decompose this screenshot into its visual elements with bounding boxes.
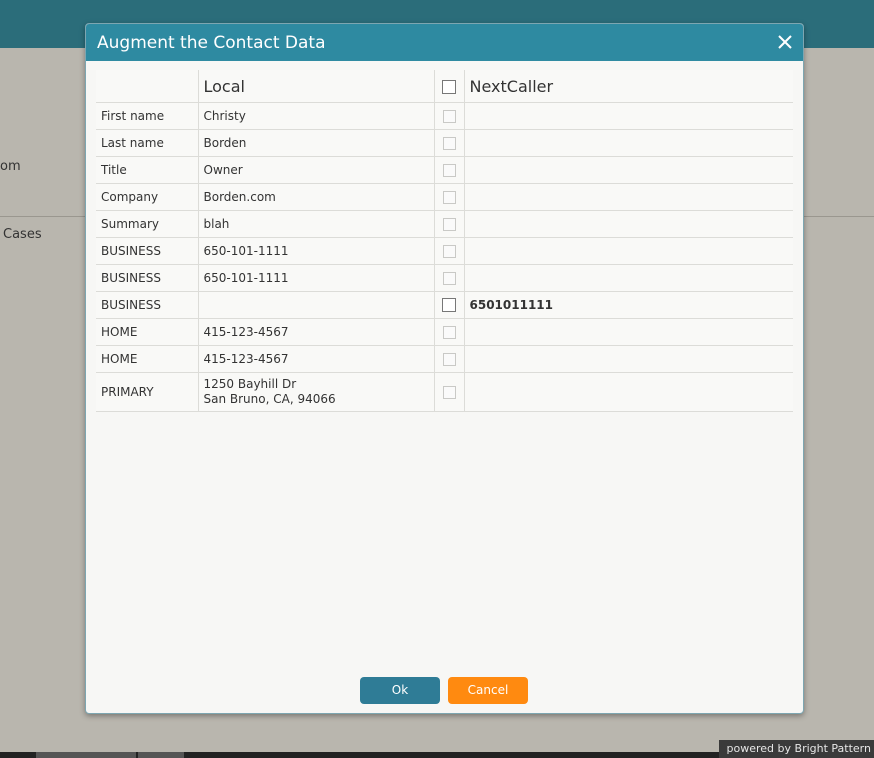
header-nextcaller: NextCaller xyxy=(463,70,793,103)
select-all-checkbox[interactable] xyxy=(442,80,456,94)
local-value: Christy xyxy=(197,102,435,130)
local-value xyxy=(197,291,435,319)
row-label: Last name xyxy=(96,129,199,157)
augment-contact-dialog: Augment the Contact Data Local NextCalle… xyxy=(85,23,804,714)
table-row: Last name Borden xyxy=(96,129,793,157)
table-row: PRIMARY 1250 Bayhill Dr San Bruno, CA, 9… xyxy=(96,372,793,412)
header-local: Local xyxy=(197,70,435,103)
row-label: Title xyxy=(96,156,199,184)
row-checkbox xyxy=(442,137,456,150)
row-label: HOME xyxy=(96,318,199,346)
row-checkbox xyxy=(442,218,456,231)
ok-button[interactable]: Ok xyxy=(360,677,440,704)
row-checkbox xyxy=(442,272,456,285)
row-checkbox xyxy=(442,353,456,366)
remote-value xyxy=(463,156,793,184)
local-value: 650-101-1111 xyxy=(197,264,435,292)
local-value: 1250 Bayhill Dr San Bruno, CA, 94066 xyxy=(197,372,435,412)
remote-value xyxy=(463,102,793,130)
row-label: Company xyxy=(96,183,199,211)
remote-value: 6501011111 xyxy=(463,291,793,319)
table-row: BUSINESS 6501011111 xyxy=(96,291,793,319)
row-checkbox xyxy=(442,191,456,204)
remote-value xyxy=(463,264,793,292)
row-checkbox[interactable] xyxy=(442,298,456,313)
table-row: Summary blah xyxy=(96,210,793,238)
remote-value xyxy=(463,345,793,373)
remote-value xyxy=(463,237,793,265)
local-value: Owner xyxy=(197,156,435,184)
close-icon[interactable] xyxy=(776,33,794,51)
row-checkbox xyxy=(442,326,456,339)
local-value: blah xyxy=(197,210,435,238)
bottom-segment xyxy=(138,752,184,758)
local-value: 650-101-1111 xyxy=(197,237,435,265)
address-line-2: San Bruno, CA, 94066 xyxy=(203,392,336,406)
row-label: BUSINESS xyxy=(96,237,199,265)
row-checkbox xyxy=(442,245,456,258)
row-label: First name xyxy=(96,102,199,130)
powered-by-label: powered by Bright Pattern xyxy=(718,740,874,758)
header-field-column xyxy=(96,70,199,103)
remote-value xyxy=(463,372,793,412)
table-header-row: Local NextCaller xyxy=(96,70,793,103)
address-line-1: 1250 Bayhill Dr xyxy=(203,377,297,391)
row-label: BUSINESS xyxy=(96,291,199,319)
background-text: om xyxy=(0,159,21,174)
row-label: BUSINESS xyxy=(96,264,199,292)
dialog-title: Augment the Contact Data xyxy=(97,33,326,53)
row-checkbox xyxy=(442,386,456,399)
remote-value xyxy=(463,129,793,157)
local-value: Borden xyxy=(197,129,435,157)
select-all-checkbox-cell[interactable] xyxy=(433,70,465,103)
table-row: BUSINESS 650-101-1111 xyxy=(96,237,793,265)
table-row: First name Christy xyxy=(96,102,793,130)
background-cases-link: Cases xyxy=(3,227,42,242)
table-row: Company Borden.com xyxy=(96,183,793,211)
table-row: HOME 415-123-4567 xyxy=(96,345,793,373)
table-row: BUSINESS 650-101-1111 xyxy=(96,264,793,292)
row-label: Summary xyxy=(96,210,199,238)
dialog-header: Augment the Contact Data xyxy=(86,24,803,61)
remote-value xyxy=(463,210,793,238)
remote-value xyxy=(463,183,793,211)
row-checkbox xyxy=(442,164,456,177)
bottom-segment xyxy=(36,752,136,758)
remote-value xyxy=(463,318,793,346)
row-label: PRIMARY xyxy=(96,372,199,412)
local-value: 415-123-4567 xyxy=(197,345,435,373)
augment-table: Local NextCaller First name Christy Last… xyxy=(96,70,793,412)
table-row: HOME 415-123-4567 xyxy=(96,318,793,346)
local-value: 415-123-4567 xyxy=(197,318,435,346)
table-row: Title Owner xyxy=(96,156,793,184)
row-checkbox xyxy=(442,110,456,123)
cancel-button[interactable]: Cancel xyxy=(448,677,528,704)
row-label: HOME xyxy=(96,345,199,373)
local-value: Borden.com xyxy=(197,183,435,211)
